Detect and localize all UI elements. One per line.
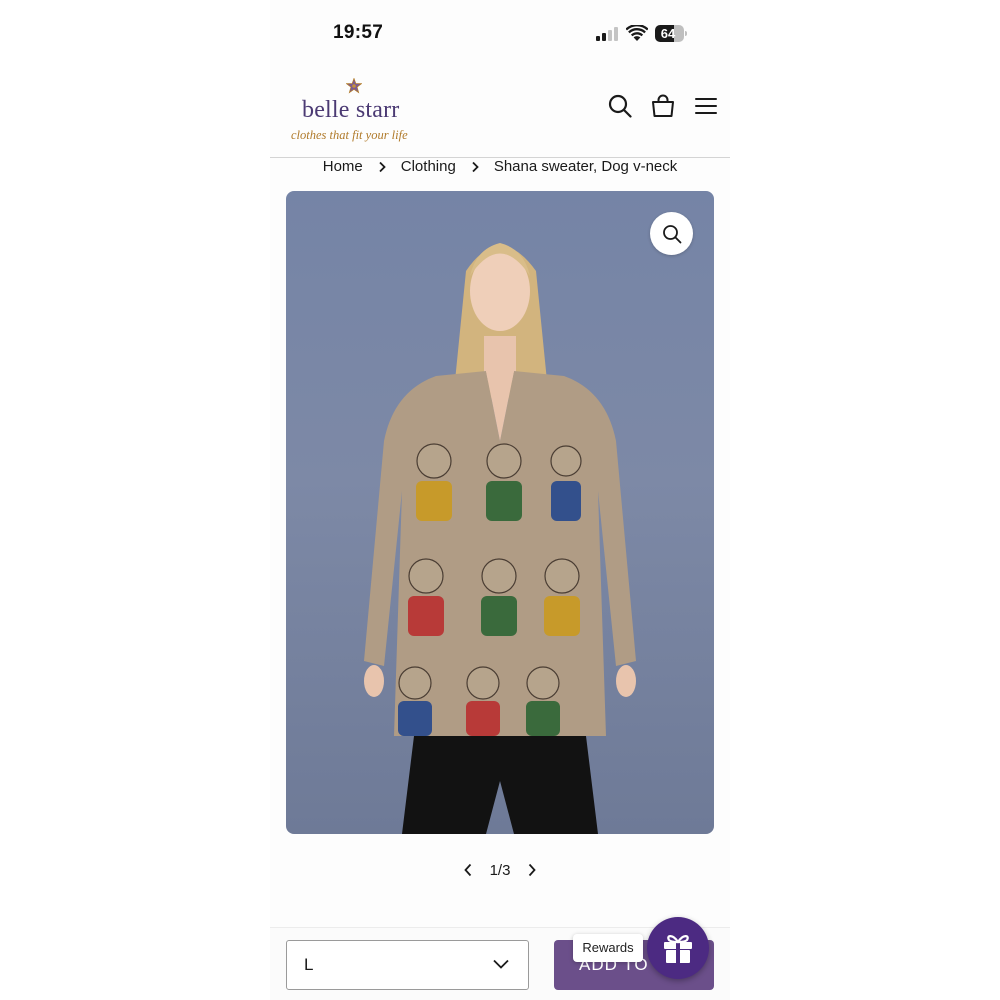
site-header: belle starr clothes that fit your life — [270, 66, 730, 158]
gift-icon — [664, 935, 692, 963]
chevron-right-icon — [456, 158, 494, 175]
chevron-left-icon — [463, 863, 471, 877]
search-icon[interactable] — [608, 94, 632, 118]
wifi-icon — [625, 23, 649, 42]
breadcrumb-clothing[interactable]: Clothing — [401, 158, 456, 175]
chevron-right-icon — [529, 863, 537, 877]
brand-logo[interactable]: belle starr clothes that fit your life — [290, 76, 420, 142]
logo-name: belle starr — [302, 97, 400, 123]
menu-icon[interactable] — [694, 94, 718, 118]
rewards-label[interactable]: Rewards — [573, 934, 643, 962]
zoom-icon — [662, 224, 681, 243]
breadcrumb-home[interactable]: Home — [323, 158, 363, 175]
product-photo — [364, 243, 636, 834]
image-pager: 1/3 — [270, 858, 730, 882]
star-icon — [346, 78, 362, 94]
status-bar: 19:57 64 — [270, 0, 730, 66]
status-time: 19:57 — [333, 22, 384, 43]
rewards-button[interactable] — [647, 917, 709, 979]
size-selected-value: L — [304, 955, 314, 974]
size-select[interactable]: L — [286, 940, 529, 990]
product-image[interactable] — [286, 191, 714, 834]
breadcrumb: Home Clothing Shana sweater, Dog v-neck — [270, 155, 730, 177]
breadcrumb-current: Shana sweater, Dog v-neck — [493, 157, 678, 175]
phone-screen: 19:57 64 belle starr clothes that fit yo… — [270, 0, 730, 1000]
battery-icon: 64 — [655, 25, 687, 42]
next-image-button[interactable] — [522, 860, 542, 880]
cellular-signal-icon — [596, 27, 620, 41]
battery-level: 64 — [660, 26, 676, 41]
previous-image-button[interactable] — [458, 860, 478, 880]
cart-icon[interactable] — [651, 94, 675, 118]
chevron-right-icon — [363, 158, 401, 175]
chevron-down-icon — [493, 959, 509, 969]
pager-count: 1/3 — [489, 861, 511, 879]
logo-tagline: clothes that fit your life — [291, 128, 408, 142]
zoom-button[interactable] — [650, 212, 693, 255]
